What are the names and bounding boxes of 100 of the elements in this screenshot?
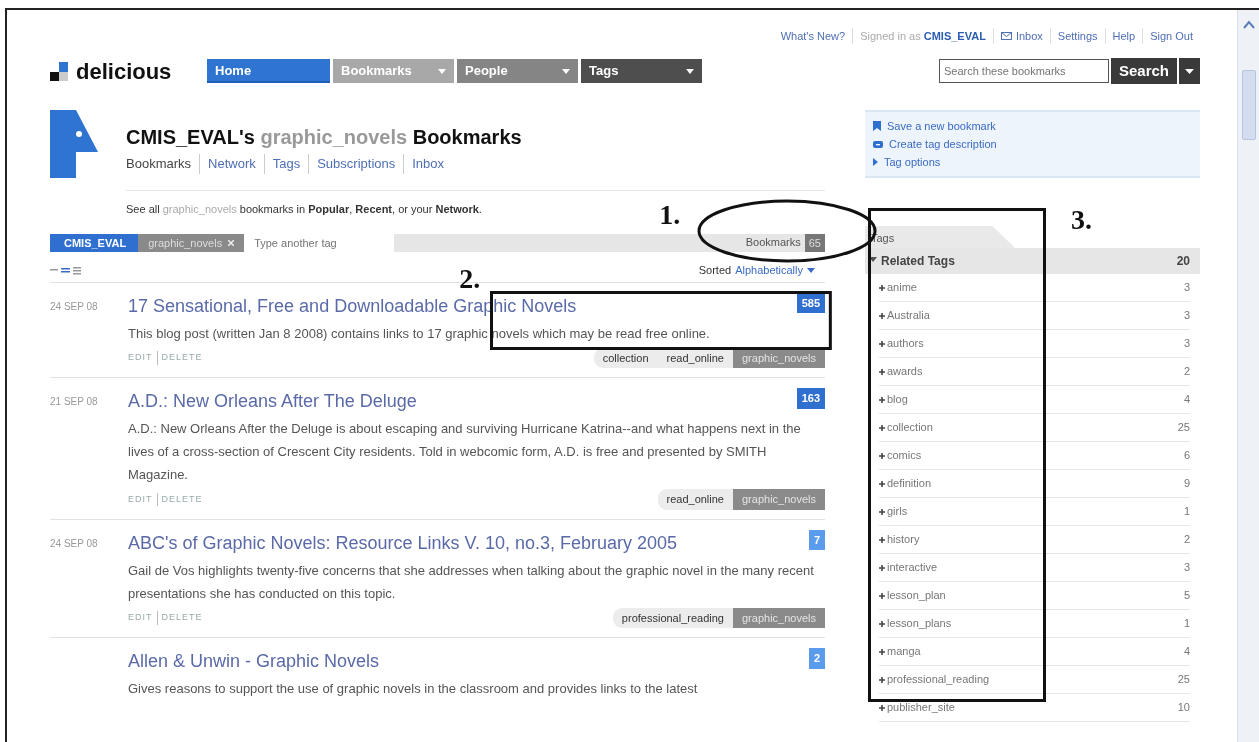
- plus-icon: [879, 648, 885, 655]
- plus-icon: [879, 704, 885, 711]
- bookmark-title[interactable]: A.D.: New Orleans After The Deluge: [128, 388, 417, 415]
- tag-count: 4: [1183, 644, 1190, 660]
- action-link[interactable]: Create tag description: [889, 135, 997, 153]
- subnav-link[interactable]: Bookmarks: [126, 154, 200, 174]
- top-link[interactable]: Settings: [1049, 28, 1105, 44]
- envelope-icon: [1000, 32, 1012, 40]
- page-logo-icon: [50, 110, 98, 178]
- plus-icon: [879, 284, 885, 291]
- bookmark-date: 24 SEP 08: [50, 536, 99, 551]
- related-tag-link[interactable]: lesson_plan: [887, 587, 946, 604]
- tag-count: 2: [1183, 364, 1190, 380]
- see-all-link[interactable]: Popular: [308, 203, 350, 215]
- subnav-link[interactable]: Inbox: [403, 154, 453, 174]
- tag-count: 3: [1183, 560, 1190, 576]
- expand-arrow-icon: [873, 158, 878, 166]
- bookmark-date: 24 SEP 08: [50, 299, 99, 314]
- bookmark-title[interactable]: ABC's of Graphic Novels: Resource Links V. 10, no.3, February 2005: [128, 529, 678, 557]
- plus-icon: [879, 368, 885, 375]
- related-tag-link[interactable]: blog: [887, 391, 908, 408]
- save-count[interactable]: 2: [808, 648, 825, 669]
- bookmark-tag[interactable]: graphic_novels: [733, 489, 825, 510]
- logo-text: delicious: [76, 57, 172, 86]
- nav-tab[interactable]: Home: [207, 59, 330, 83]
- tag-count: 25: [1177, 420, 1190, 436]
- tag-count: 3: [1183, 280, 1190, 296]
- related-tag-link[interactable]: interactive: [887, 559, 938, 576]
- related-tag-link[interactable]: publisher_site: [887, 699, 955, 716]
- nav-tab[interactable]: People: [457, 59, 578, 83]
- caret-icon: [438, 68, 446, 74]
- view-toggle-icon: [50, 266, 81, 275]
- related-tag-link[interactable]: collection: [887, 419, 933, 436]
- related-tag-link[interactable]: definition: [887, 475, 932, 492]
- delete-link[interactable]: DELETE: [161, 611, 203, 625]
- related-tag-link[interactable]: comics: [887, 447, 922, 464]
- bookmark-tag[interactable]: read_online: [657, 489, 733, 510]
- bookmark-title[interactable]: Allen & Unwin - Graphic Novels: [128, 648, 380, 675]
- plus-icon: [879, 508, 885, 515]
- related-tag-link[interactable]: manga: [887, 643, 921, 660]
- action-link[interactable]: Tag options: [884, 153, 941, 171]
- tag-count: 25: [1177, 672, 1190, 688]
- see-all-link[interactable]: Recent: [355, 203, 392, 215]
- see-all-link[interactable]: Network: [435, 203, 479, 215]
- subnav-link[interactable]: Subscriptions: [308, 154, 404, 174]
- sort-label: Sorted: [698, 263, 732, 279]
- caret-icon: [562, 68, 570, 74]
- edit-link[interactable]: EDIT: [128, 351, 153, 365]
- plus-icon: [879, 620, 885, 627]
- related-tag-link[interactable]: authors: [887, 335, 924, 352]
- nav-tab[interactable]: Tags: [581, 59, 702, 83]
- sort-link[interactable]: Alphabetically: [735, 262, 803, 279]
- save-count[interactable]: 163: [796, 388, 825, 409]
- subnav-link[interactable]: Tags: [263, 154, 309, 174]
- plus-icon: [879, 480, 885, 487]
- related-tag-link[interactable]: history: [887, 531, 920, 548]
- inbox-link[interactable]: Inbox: [1015, 27, 1043, 45]
- related-tag-link[interactable]: girls: [887, 503, 908, 520]
- tag-note-icon: [873, 139, 883, 149]
- bookmark-tag[interactable]: collection: [593, 347, 658, 368]
- tag-count: 2: [1183, 532, 1190, 548]
- signed-in-label: Signed in as: [860, 30, 922, 42]
- delete-link[interactable]: DELETE: [161, 492, 203, 506]
- search-button[interactable]: Search: [1110, 58, 1177, 84]
- search-field[interactable]: Search these bookmarks: [938, 59, 1109, 83]
- action-link[interactable]: Save a new bookmark: [887, 117, 996, 135]
- caret-icon: [1185, 68, 1194, 74]
- username-link[interactable]: CMIS_EVAL: [923, 30, 986, 42]
- bookmark-tag[interactable]: professional_reading: [612, 607, 733, 628]
- tag-count: 3: [1183, 336, 1190, 352]
- search-options-button[interactable]: [1179, 58, 1200, 84]
- scroll-up-icon[interactable]: [1243, 20, 1255, 30]
- edit-link[interactable]: EDIT: [128, 492, 153, 506]
- save-count[interactable]: 7: [808, 529, 825, 550]
- related-tag-link[interactable]: Australia: [887, 307, 930, 324]
- top-link[interactable]: What's New?: [773, 28, 853, 44]
- tag-input[interactable]: Type another tag: [244, 233, 395, 252]
- related-tag-link[interactable]: professional_reading: [887, 671, 990, 688]
- subnav-link[interactable]: Network: [199, 154, 264, 174]
- delete-link[interactable]: DELETE: [161, 351, 203, 365]
- bookmark-count: 65: [804, 233, 825, 252]
- page-title: CMIS_EVAL's graphic_novels Bookmarks: [126, 125, 522, 150]
- plus-icon: [879, 396, 885, 403]
- save-count[interactable]: 585: [796, 292, 825, 313]
- caret-icon: [686, 68, 694, 74]
- related-tag-link[interactable]: lesson_plans: [887, 615, 952, 632]
- tag-count: 6: [1183, 448, 1190, 464]
- bookmark-tag[interactable]: graphic_novels: [733, 607, 825, 628]
- tag-count: 3: [1183, 308, 1190, 324]
- related-tag-link[interactable]: anime: [887, 279, 917, 296]
- top-link[interactable]: Help: [1104, 28, 1143, 44]
- scrollbar[interactable]: [1237, 10, 1259, 742]
- top-link[interactable]: Sign Out: [1142, 28, 1200, 44]
- bookmark-tag[interactable]: read_online: [657, 347, 733, 368]
- section-title[interactable]: Related Tags: [881, 252, 955, 270]
- scroll-thumb[interactable]: [1242, 70, 1256, 140]
- tag-crumb[interactable]: graphic_novels: [138, 233, 245, 252]
- user-crumb[interactable]: CMIS_EVAL: [50, 233, 139, 252]
- related-tag-link[interactable]: awards: [887, 363, 923, 380]
- edit-link[interactable]: EDIT: [128, 611, 153, 625]
